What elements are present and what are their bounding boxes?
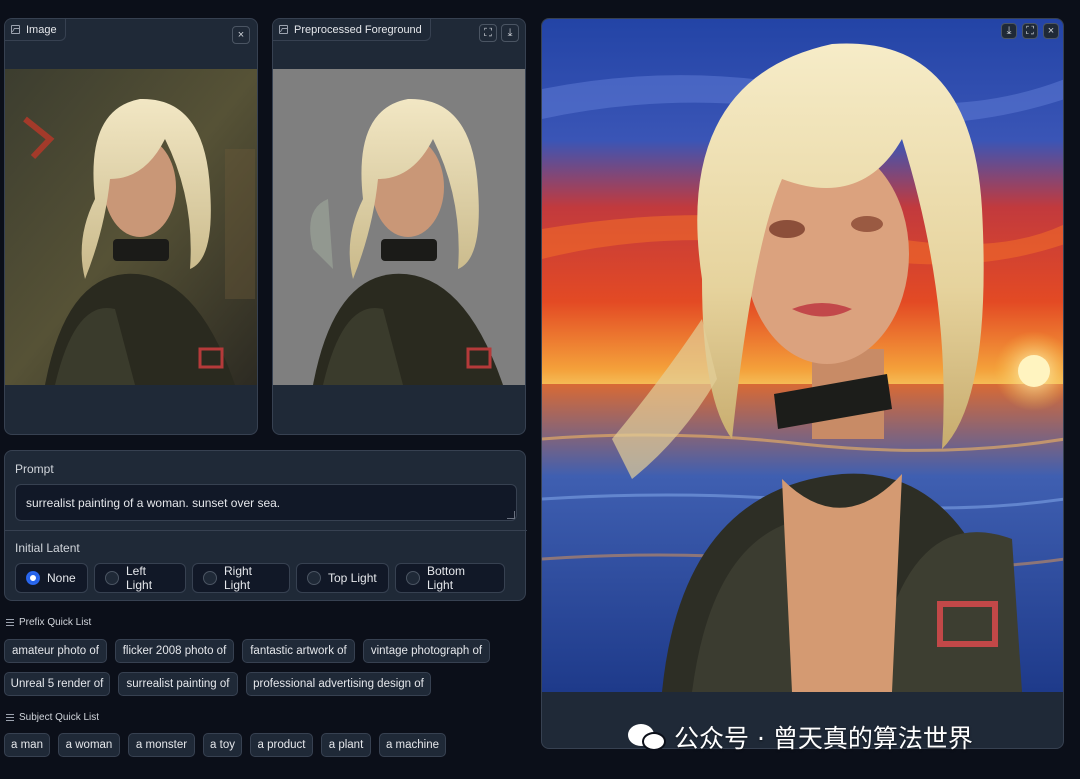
input-image-label: Image xyxy=(5,19,66,41)
subject-chip[interactable]: a monster xyxy=(128,733,195,757)
radio-dot-icon xyxy=(105,571,119,585)
prefix-chip[interactable]: Unreal 5 render of xyxy=(4,672,110,696)
subject-chip[interactable]: a man xyxy=(4,733,50,757)
prefix-chip[interactable]: vintage photograph of xyxy=(363,639,490,663)
download-icon[interactable]: ⤓ xyxy=(501,24,519,42)
watermark: 公众号 · 曾天真的算法世界 xyxy=(628,720,973,754)
radio-dot-icon xyxy=(307,571,321,585)
radio-left-light-label: Left Light xyxy=(126,564,153,592)
prefix-chip[interactable]: professional advertising design of xyxy=(246,672,431,696)
prefix-quick-list-title: Prefix Quick List xyxy=(6,617,91,628)
radio-dot-icon xyxy=(26,571,40,585)
input-image xyxy=(5,69,257,385)
subject-chip[interactable]: a toy xyxy=(203,733,242,757)
initial-latent-label: Initial Latent xyxy=(15,541,80,555)
fullscreen-icon[interactable]: ⛶ xyxy=(1022,23,1038,39)
image-icon xyxy=(11,25,20,34)
input-image-label-text: Image xyxy=(26,23,57,36)
radio-dot-icon xyxy=(406,571,420,585)
download-icon[interactable]: ⤓ xyxy=(1001,23,1017,39)
radio-top-light-label: Top Light xyxy=(328,571,377,585)
list-icon xyxy=(6,619,14,626)
input-image-panel[interactable]: Image × xyxy=(4,18,258,435)
prompt-input-value: surrealist painting of a woman. sunset o… xyxy=(26,495,281,510)
radio-right-light-label: Right Light xyxy=(224,564,253,592)
radio-bottom-light-label: Bottom Light xyxy=(427,564,466,592)
resize-handle-icon[interactable] xyxy=(507,511,515,519)
section-divider xyxy=(5,530,527,531)
prefix-chip[interactable]: flicker 2008 photo of xyxy=(115,639,234,663)
radio-right-light[interactable]: Right Light xyxy=(192,563,290,593)
subject-quick-list-title: Subject Quick List xyxy=(6,712,99,723)
preprocessed-foreground-label-text: Preprocessed Foreground xyxy=(294,23,422,36)
subject-chip[interactable]: a plant xyxy=(321,733,371,757)
fullscreen-icon[interactable]: ⛶ xyxy=(479,24,497,42)
subject-chip[interactable]: a machine xyxy=(379,733,446,757)
radio-none-label: None xyxy=(47,571,76,585)
output-gallery-panel[interactable]: ⤓ ⛶ × xyxy=(541,18,1064,749)
prompt-input[interactable]: surrealist painting of a woman. sunset o… xyxy=(15,484,517,521)
prompt-settings-block: Prompt surrealist painting of a woman. s… xyxy=(4,450,527,601)
close-icon[interactable]: × xyxy=(232,26,250,44)
subject-chip[interactable]: a woman xyxy=(58,733,120,757)
output-image[interactable] xyxy=(542,19,1063,692)
preprocessed-foreground-image xyxy=(273,69,525,385)
list-icon xyxy=(6,714,14,721)
prefix-chip[interactable]: amateur photo of xyxy=(4,639,107,663)
watermark-text: 公众号 · 曾天真的算法世界 xyxy=(674,724,973,753)
prefix-chip[interactable]: surrealist painting of xyxy=(118,672,238,696)
radio-none[interactable]: None xyxy=(15,563,88,593)
subject-chip[interactable]: a product xyxy=(250,733,313,757)
prefix-quick-list-title-text: Prefix Quick List xyxy=(19,617,92,628)
prompt-label: Prompt xyxy=(15,462,54,476)
preprocessed-foreground-label: Preprocessed Foreground xyxy=(273,19,431,41)
wechat-icon xyxy=(628,722,668,752)
image-icon xyxy=(279,25,288,34)
radio-dot-icon xyxy=(203,571,217,585)
close-icon[interactable]: × xyxy=(1043,23,1059,39)
radio-bottom-light[interactable]: Bottom Light xyxy=(395,563,505,593)
radio-top-light[interactable]: Top Light xyxy=(296,563,389,593)
radio-left-light[interactable]: Left Light xyxy=(94,563,186,593)
prefix-chip[interactable]: fantastic artwork of xyxy=(242,639,355,663)
preprocessed-foreground-panel[interactable]: Preprocessed Foreground ⛶ ⤓ xyxy=(272,18,526,435)
subject-quick-list-title-text: Subject Quick List xyxy=(19,712,100,723)
